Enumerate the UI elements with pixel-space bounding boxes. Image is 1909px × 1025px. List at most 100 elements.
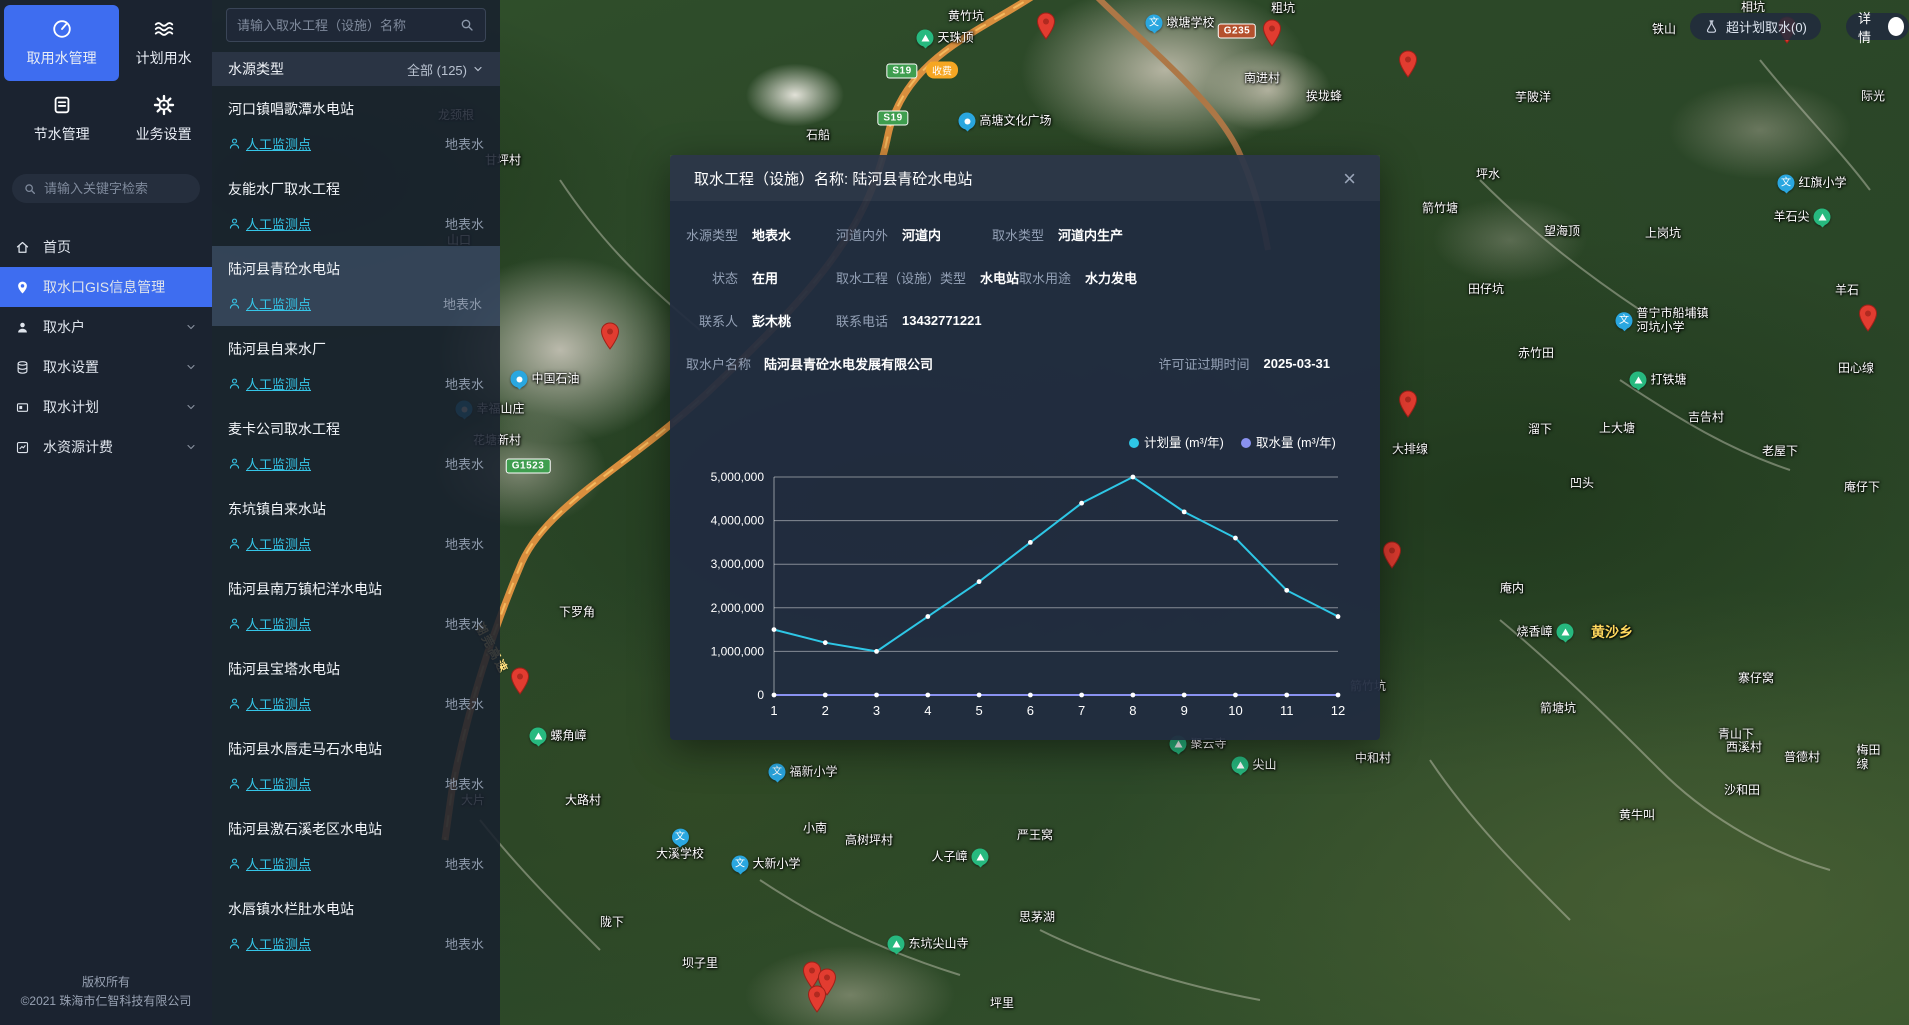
map-marker[interactable] — [1858, 304, 1878, 337]
sidebar-item-label: 水资源计费 — [43, 437, 113, 457]
copyright-line2: ©2021 珠海市仁智科技有限公司 — [4, 992, 208, 1011]
field-value: 地表水 — [752, 225, 791, 244]
monitor-type-link[interactable]: 人工监测点 — [228, 774, 311, 793]
map-label-text: 铁山 — [1652, 23, 1676, 37]
filter-dropdown[interactable]: 全部 (125) — [407, 60, 484, 79]
search-icon[interactable] — [459, 17, 475, 33]
map-label: 严王窝 — [1017, 829, 1053, 843]
map-marker[interactable] — [1398, 50, 1418, 83]
map-label-text: 箭竹塘 — [1422, 202, 1458, 216]
station-search-box[interactable] — [226, 8, 486, 42]
map-label-text: 箭塘坑 — [1540, 702, 1576, 716]
map-marker[interactable] — [1036, 12, 1056, 45]
monitor-type-link[interactable]: 人工监测点 — [228, 614, 311, 633]
station-list-item[interactable]: 水唇镇水栏肚水电站 人工监测点 地表水 — [226, 886, 486, 966]
water-source-label: 地表水 — [445, 694, 484, 713]
over-plan-alert-button[interactable]: 超计划取水(0) — [1690, 13, 1821, 40]
map-label-text: 凹头 — [1570, 477, 1594, 491]
svg-text:3,000,000: 3,000,000 — [711, 557, 765, 571]
monitor-type-link[interactable]: 人工监测点 — [228, 294, 311, 313]
sidebar-item-label: 首页 — [43, 237, 71, 257]
station-list-item[interactable]: 陆河县自来水厂 人工监测点 地表水 — [226, 326, 486, 406]
station-search-input[interactable] — [237, 18, 459, 33]
monitor-type-link[interactable]: 人工监测点 — [228, 934, 311, 953]
map-label: 普德村 — [1784, 751, 1820, 765]
sidebar-item-gis[interactable]: 取水口GIS信息管理 — [0, 267, 212, 307]
school-icon: 文 — [1145, 15, 1162, 32]
road-shield: G235 — [1218, 24, 1256, 39]
map-marker[interactable] — [807, 985, 827, 1018]
monitor-type-link[interactable]: 人工监测点 — [228, 134, 311, 153]
water-source-label: 地表水 — [445, 454, 484, 473]
map-label-text: 大排缐 — [1392, 443, 1428, 457]
station-list-item[interactable]: 陆河县水唇走马石水电站 人工监测点 地表水 — [226, 726, 486, 806]
field-label: 取水户名称 — [686, 354, 750, 373]
station-list-item[interactable]: 陆河县激石溪老区水电站 人工监测点 地表水 — [226, 806, 486, 886]
app-tile-water-saving[interactable]: 节水管理 — [4, 81, 119, 157]
map-label: 尖山 — [1231, 757, 1276, 774]
sidebar-item-label: 取水计划 — [43, 397, 99, 417]
map-label: 黄沙乡 — [1591, 624, 1633, 640]
toll-badge: 收费 — [926, 62, 958, 79]
station-list-item[interactable]: 麦卡公司取水工程 人工监测点 地表水 — [226, 406, 486, 486]
map-label: 中和村 — [1355, 752, 1391, 766]
map-marker[interactable] — [1382, 541, 1402, 574]
person-icon — [228, 857, 241, 870]
station-list-item[interactable]: 陆河县宝塔水电站 人工监测点 地表水 — [226, 646, 486, 726]
monitor-type-link[interactable]: 人工监测点 — [228, 214, 311, 233]
meter-icon — [51, 18, 73, 40]
map-marker[interactable] — [1262, 19, 1282, 52]
map-label: 打铁塘 — [1629, 372, 1686, 389]
map-label: 下罗角 — [559, 606, 595, 620]
map-marker[interactable] — [510, 667, 530, 700]
app-root: 黄竹坑相坑粗坑铁山天珠顶文墩塘学校南进村挨垅蜂芋陂洋际光石船高塘文化广场龙颈根甘… — [0, 0, 1909, 1025]
map-label: 南进村 — [1244, 72, 1280, 86]
station-list-item[interactable]: 东坑镇自来水站 人工监测点 地表水 — [226, 486, 486, 566]
monitor-type-label: 人工监测点 — [246, 854, 311, 873]
map-label-text: 中国石油 — [531, 372, 579, 386]
station-list-item[interactable]: 友能水厂取水工程 人工监测点 地表水 — [226, 166, 486, 246]
monitor-type-link[interactable]: 人工监测点 — [228, 534, 311, 553]
app-tile-water-intake[interactable]: 取用水管理 — [4, 5, 119, 81]
map-label-text: 大路村 — [565, 794, 601, 808]
chart-icon — [15, 440, 30, 455]
person-icon — [228, 777, 241, 790]
sidebar-item-intake-plan[interactable]: 取水计划 — [0, 387, 212, 427]
map-marker[interactable] — [600, 322, 620, 355]
sidebar-item-intake-settings[interactable]: 取水设置 — [0, 347, 212, 387]
station-list: 河口镇唱歌潭水电站 人工监测点 地表水 友能水厂取水工程 人工监测点 — [226, 86, 486, 966]
map-label-text: 普宁市船埔镇河坑小学 — [1636, 307, 1708, 335]
map-label: 天珠顶 — [916, 30, 973, 47]
svg-text:5,000,000: 5,000,000 — [711, 470, 765, 484]
chevron-down-icon — [185, 361, 197, 373]
app-tile-settings[interactable]: 业务设置 — [119, 81, 208, 157]
sidebar-item-water-users[interactable]: 取水户 — [0, 307, 212, 347]
map-label-text: 福新小学 — [789, 765, 837, 779]
keyword-search-input[interactable] — [44, 181, 184, 196]
monitor-type-label: 人工监测点 — [246, 774, 311, 793]
sidebar-item-billing[interactable]: 水资源计费 — [0, 427, 212, 467]
map-label-text: 田仔坑 — [1468, 283, 1504, 297]
keyword-search-box[interactable] — [12, 174, 200, 203]
map-label-text: 打铁塘 — [1650, 373, 1686, 387]
monitor-type-link[interactable]: 人工监测点 — [228, 854, 311, 873]
map-label: 大排缐 — [1392, 443, 1428, 457]
close-icon[interactable]: × — [1343, 170, 1356, 188]
monitor-type-link[interactable]: 人工监测点 — [228, 694, 311, 713]
map-label-text: 坪水 — [1476, 168, 1500, 182]
monitor-type-link[interactable]: 人工监测点 — [228, 374, 311, 393]
monitor-type-link[interactable]: 人工监测点 — [228, 454, 311, 473]
map-label-text: 际光 — [1861, 90, 1885, 104]
road-shield: S19 — [886, 64, 917, 79]
map-marker[interactable] — [1398, 390, 1418, 423]
map-label: 铁山 — [1652, 23, 1676, 37]
station-list-item[interactable]: 河口镇唱歌潭水电站 人工监测点 地表水 — [226, 86, 486, 166]
station-list-item[interactable]: 陆河县南万镇杞洋水电站 人工监测点 地表水 — [226, 566, 486, 646]
map-label: 凹头 — [1570, 477, 1594, 491]
detail-toggle[interactable]: 详情 — [1846, 13, 1909, 40]
app-tile-planned-water[interactable]: 计划用水 — [119, 5, 208, 81]
station-list-item[interactable]: 陆河县青砼水电站 人工监测点 地表水 — [212, 246, 500, 326]
person-icon — [228, 457, 241, 470]
toggle-knob-icon[interactable] — [1888, 17, 1904, 36]
sidebar-item-home[interactable]: 首页 — [0, 227, 212, 267]
